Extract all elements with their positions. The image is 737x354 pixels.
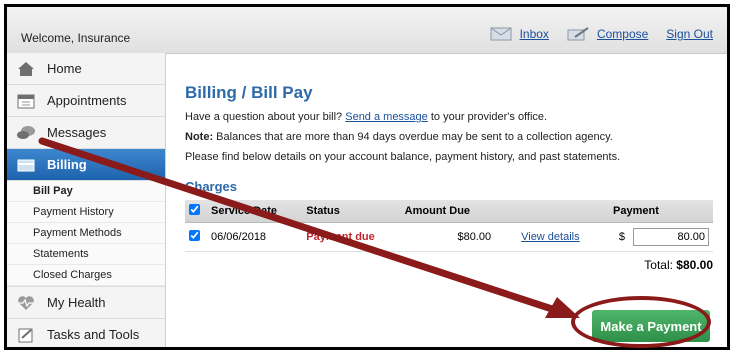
service-date-cell: 06/06/2018: [207, 222, 303, 252]
main-content: Billing / Bill Pay Have a question about…: [185, 53, 713, 347]
top-bar: Welcome, Insurance Inbox Compose Sign Ou…: [7, 7, 727, 54]
signout-link-group: Sign Out: [666, 27, 713, 41]
sidebar-item-billing[interactable]: Billing: [7, 149, 165, 181]
charges-table: Service Date Status Amount Due Payment 0…: [185, 200, 713, 252]
select-all-cell: [185, 200, 207, 223]
payment-amount-input[interactable]: [633, 228, 709, 246]
details-cell: View details: [495, 222, 609, 252]
col-service-date: Service Date: [207, 200, 303, 223]
compose-icon: [567, 27, 589, 41]
sign-out-link[interactable]: Sign Out: [666, 27, 713, 41]
calendar-icon: [15, 92, 37, 110]
total-label: Total:: [644, 258, 673, 272]
sidebar-item-label: Messages: [47, 125, 107, 140]
heart-icon: [15, 294, 37, 312]
status-cell: Payment due: [302, 222, 401, 252]
subnav-payment-history[interactable]: Payment History: [7, 202, 165, 223]
table-row: 06/06/2018 Payment due $80.00 View detai…: [185, 222, 713, 252]
sidebar-item-label: My Health: [47, 295, 106, 310]
sidebar-item-home[interactable]: Home: [7, 53, 165, 85]
sidebar-item-label: Appointments: [47, 93, 127, 108]
sidebar-item-label: Tasks and Tools: [47, 327, 140, 342]
total-value: $80.00: [676, 258, 713, 272]
welcome-text: Welcome, Insurance: [21, 31, 131, 45]
view-details-link[interactable]: View details: [521, 231, 580, 243]
app-window: Welcome, Insurance Inbox Compose Sign Ou…: [4, 4, 730, 350]
compose-link[interactable]: Compose: [597, 27, 648, 41]
billing-subnav: Bill Pay Payment History Payment Methods…: [7, 181, 165, 287]
col-status: Status: [302, 200, 401, 223]
subnav-statements[interactable]: Statements: [7, 244, 165, 265]
subnav-payment-methods[interactable]: Payment Methods: [7, 223, 165, 244]
inbox-link-group: Inbox: [490, 27, 549, 41]
col-payment: Payment: [609, 200, 713, 223]
amount-due-cell: $80.00: [400, 222, 496, 252]
sidebar-item-label: Billing: [47, 157, 87, 172]
make-payment-button[interactable]: Make a Payment: [592, 310, 710, 342]
question-line: Have a question about your bill? Send a …: [185, 111, 713, 123]
billing-icon: [15, 156, 37, 174]
charges-title: Charges: [185, 179, 238, 194]
sidebar-item-label: Home: [47, 61, 82, 76]
total-line: Total: $80.00: [185, 258, 713, 272]
col-details: [495, 200, 609, 223]
note-text: Balances that are more than 94 days over…: [216, 131, 613, 143]
currency-cell: $: [609, 222, 629, 252]
chat-icon: [15, 124, 37, 142]
compose-link-group: Compose: [567, 27, 648, 41]
payment-cell: [629, 222, 713, 252]
col-amount-due: Amount Due: [400, 200, 496, 223]
send-message-link[interactable]: Send a message: [345, 111, 428, 123]
note-line: Note: Balances that are more than 94 day…: [185, 131, 713, 143]
question-prefix: Have a question about your bill?: [185, 111, 343, 123]
note-label: Note:: [185, 131, 214, 143]
info-line: Please find below details on your accoun…: [185, 151, 621, 163]
top-links: Inbox Compose Sign Out: [472, 27, 713, 41]
inbox-link[interactable]: Inbox: [520, 27, 549, 41]
sidebar-item-my-health[interactable]: My Health: [7, 287, 165, 319]
sidebar-item-appointments[interactable]: Appointments: [7, 85, 165, 117]
home-icon: [15, 60, 37, 78]
subnav-bill-pay[interactable]: Bill Pay: [7, 181, 165, 202]
subnav-closed-charges[interactable]: Closed Charges: [7, 265, 165, 286]
sidebar: Home Appointments Messages Billing Bill …: [7, 53, 166, 347]
envelope-icon: [490, 27, 512, 41]
tasks-icon: [15, 326, 37, 344]
sidebar-item-tasks-and-tools[interactable]: Tasks and Tools: [7, 319, 165, 347]
row-checkbox[interactable]: [189, 230, 200, 241]
select-all-checkbox[interactable]: [189, 204, 200, 215]
row-check-cell: [185, 222, 207, 252]
page-title: Billing / Bill Pay: [185, 83, 313, 102]
question-suffix: to your provider's office.: [430, 111, 548, 123]
sidebar-item-messages[interactable]: Messages: [7, 117, 165, 149]
table-header-row: Service Date Status Amount Due Payment: [185, 200, 713, 223]
